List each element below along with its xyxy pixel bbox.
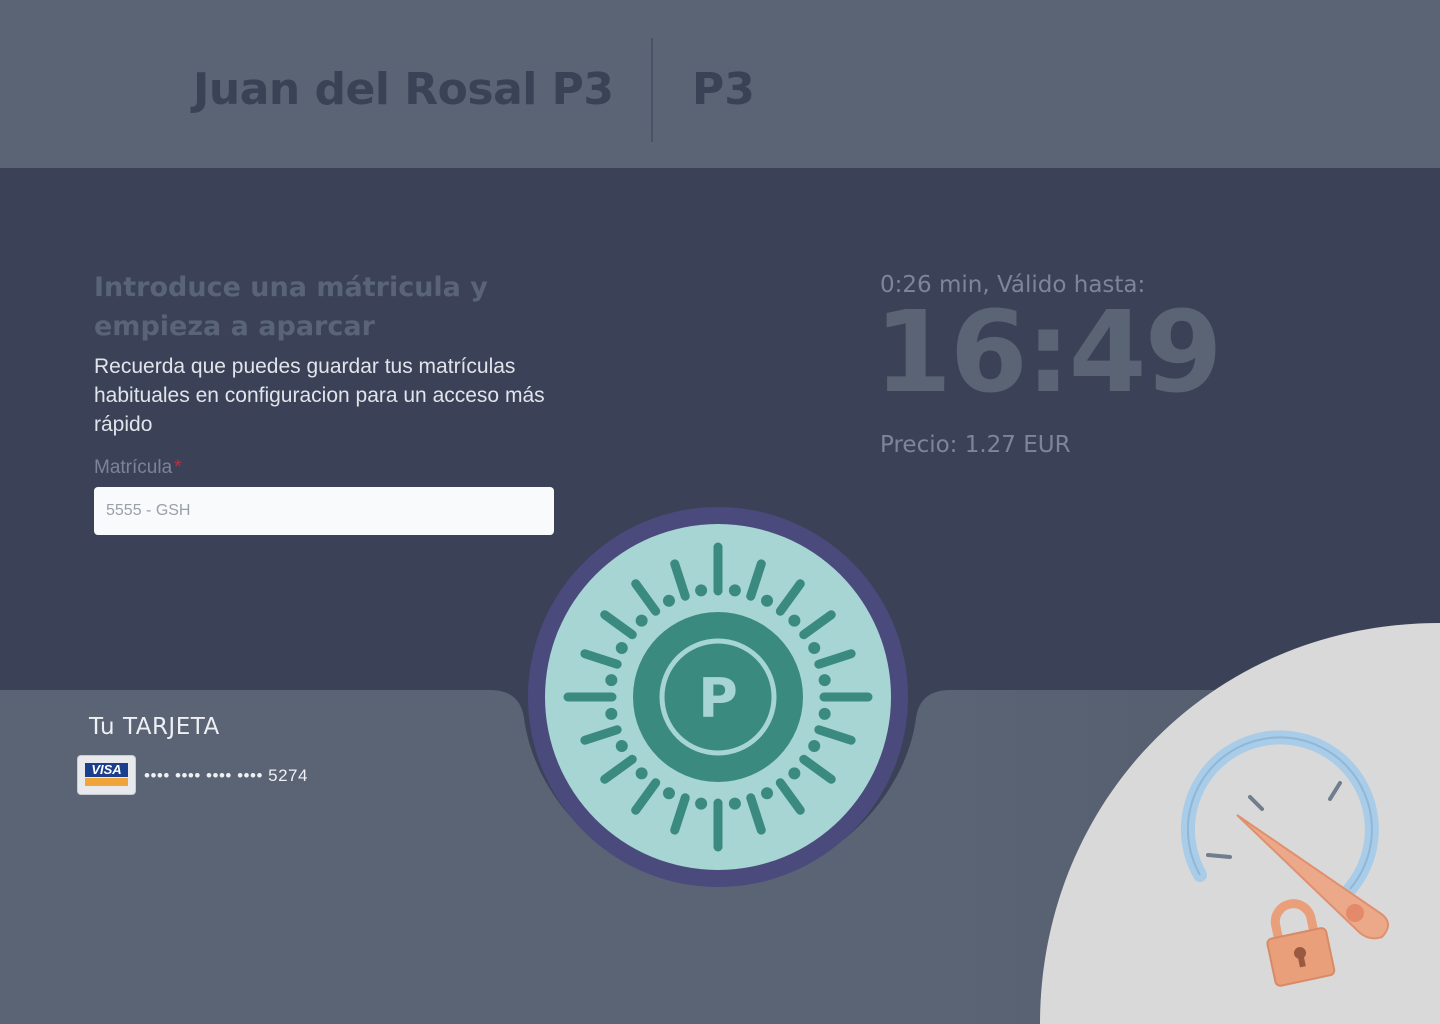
start-parking-button[interactable]: P — [528, 507, 908, 887]
header-divider — [651, 38, 653, 142]
sunburst-dot — [615, 641, 628, 654]
visa-icon: VISA — [77, 755, 136, 795]
sunburst-dot — [818, 674, 831, 687]
timer-price: Precio: 1.27 EUR — [880, 432, 1071, 458]
required-mark: * — [174, 457, 182, 478]
sunburst-dot — [761, 594, 774, 607]
header: Juan del Rosal P3 P3 — [0, 0, 1440, 168]
sunburst-dot — [662, 787, 675, 800]
sunburst-dot — [695, 797, 708, 810]
sunburst-dot — [788, 767, 801, 780]
sunburst-dot — [788, 614, 801, 627]
intro-title: Introduce una mátricula y empieza a apar… — [94, 272, 488, 342]
plate-input[interactable] — [94, 487, 554, 535]
parking-icon: P — [528, 507, 908, 887]
sunburst-dot — [615, 740, 628, 753]
sunburst-dot — [635, 767, 648, 780]
plate-label: Matrícula * — [94, 457, 182, 479]
sunburst-dot — [818, 707, 831, 720]
sunburst-dot — [808, 740, 821, 753]
sunburst-dot — [808, 641, 821, 654]
sunburst-dot — [605, 674, 618, 687]
sunburst-dot — [635, 614, 648, 627]
parking-code: P3 — [692, 64, 755, 115]
intro-text: Recuerda que puedes guardar tus matrícul… — [94, 355, 545, 436]
sunburst-dot — [728, 797, 741, 810]
card-brand-stripe — [85, 778, 128, 786]
timer-time: 16:49 — [874, 288, 1223, 418]
card-title: Tu TARJETA — [89, 714, 220, 740]
sunburst-dot — [605, 707, 618, 720]
plate-label-text: Matrícula — [94, 457, 173, 478]
page-title: Juan del Rosal P3 — [193, 64, 614, 115]
sunburst-dot — [728, 584, 741, 597]
sunburst-dot — [761, 787, 774, 800]
parking-letter: P — [698, 667, 738, 730]
speedometer-icon — [1040, 623, 1440, 1024]
sunburst-dot — [662, 594, 675, 607]
card-brand: VISA — [85, 763, 128, 777]
speedometer-illustration — [1040, 623, 1440, 1024]
card-number: •••• •••• •••• •••• 5274 — [144, 766, 308, 785]
sunburst-dot — [695, 584, 708, 597]
